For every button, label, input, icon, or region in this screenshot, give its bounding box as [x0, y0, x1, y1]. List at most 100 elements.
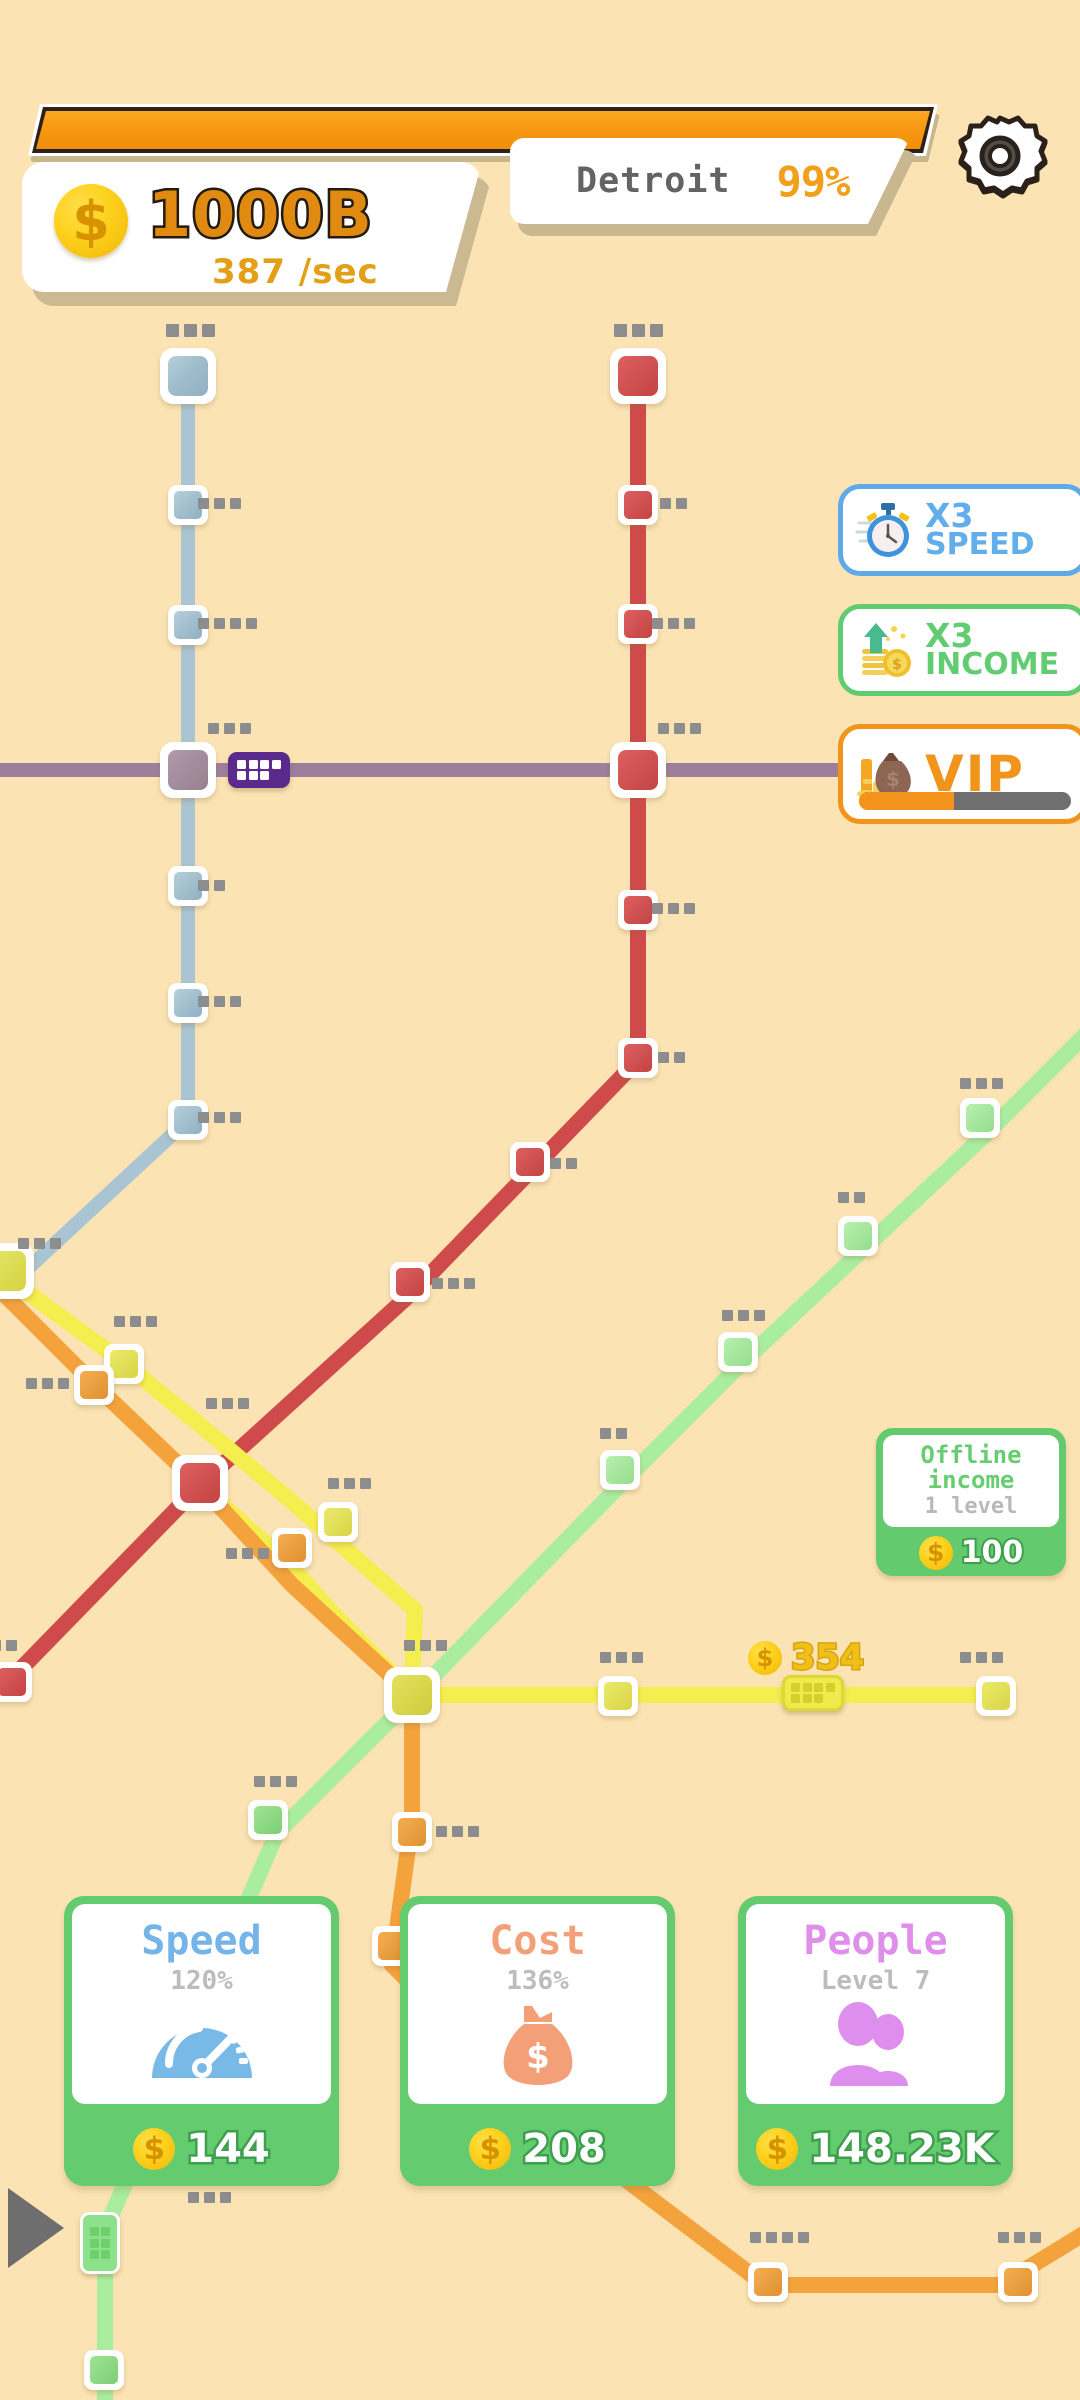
upgrade-people-price: $ 148.23K — [738, 2124, 1013, 2175]
upgrade-cost-title: Cost — [489, 1918, 586, 1964]
money-amount: 1000B — [146, 176, 375, 254]
station-label — [198, 1112, 241, 1123]
station-yellow-4[interactable] — [598, 1676, 638, 1716]
station-orange-5[interactable] — [748, 2262, 788, 2302]
station-label — [658, 723, 701, 734]
upgrade-card-speed[interactable]: Speed 120% $ 144 — [64, 1896, 339, 2186]
offline-income-title-line1: Offline — [920, 1441, 1022, 1470]
upgrade-people-price-value: 148.23K — [807, 2124, 997, 2175]
station-red-7[interactable] — [510, 1142, 550, 1182]
station-label — [198, 618, 257, 629]
station-label — [600, 1428, 627, 1439]
train-yellow[interactable] — [782, 1675, 844, 1711]
train-green[interactable] — [80, 2212, 120, 2274]
coin-icon: $ — [469, 2128, 512, 2170]
station-green-5[interactable] — [248, 1800, 288, 1840]
station-yellow-3[interactable] — [318, 1502, 358, 1542]
station-label — [722, 1310, 765, 1321]
stopwatch-icon — [847, 499, 925, 561]
offline-income-price-value: 100 — [959, 1533, 1026, 1572]
station-label — [432, 1278, 475, 1289]
station-interchange-yellow-orange-green[interactable] — [384, 1667, 440, 1723]
gear-icon — [958, 115, 1048, 199]
boost-income-line2: INCOME — [925, 647, 1060, 683]
money-rate: 387 /sec — [212, 252, 379, 292]
station-blue-1[interactable] — [160, 348, 216, 404]
station-label — [114, 1316, 157, 1327]
coins-up-icon: $ — [847, 619, 925, 681]
station-orange-3[interactable] — [392, 1812, 432, 1852]
coin-icon: $ — [748, 1641, 782, 1675]
city-badge[interactable]: Detroit 99% — [510, 138, 910, 230]
upgrade-people-level: Level 7 — [820, 1966, 931, 1996]
station-yellow-left[interactable] — [0, 1243, 34, 1299]
station-orange-6[interactable] — [998, 2262, 1038, 2302]
upgrade-card-people[interactable]: People Level 7 $ 148.23K — [738, 1896, 1013, 2186]
svg-text:$: $ — [526, 2037, 550, 2077]
station-label — [254, 1776, 297, 1787]
floating-coin-reward[interactable]: $ 354 — [748, 1637, 866, 1680]
train-purple[interactable] — [228, 752, 290, 788]
station-label — [436, 1826, 479, 1837]
offline-income-price: $ 100 — [876, 1533, 1066, 1572]
boost-x3-income-button[interactable]: $ X3 INCOME — [838, 604, 1080, 696]
station-label — [550, 1158, 577, 1169]
upgrade-speed-title: Speed — [141, 1918, 262, 1964]
station-label — [960, 1078, 1003, 1089]
station-label — [750, 2232, 809, 2243]
offline-income-subtitle: 1 level — [924, 1493, 1018, 1519]
svg-text:$: $ — [886, 767, 900, 791]
settings-button[interactable] — [950, 112, 1050, 212]
station-green-1[interactable] — [960, 1098, 1000, 1138]
vip-button[interactable]: $ VIP — [838, 724, 1080, 824]
station-label — [600, 1652, 643, 1663]
upgrade-speed-price: $ 144 — [64, 2124, 339, 2175]
station-green-6[interactable] — [84, 2350, 124, 2390]
top-hud: Detroit 99% $ 1000B 387 /sec — [0, 0, 1080, 330]
station-interchange-purple-red[interactable] — [610, 742, 666, 798]
station-red-6[interactable] — [618, 1038, 658, 1078]
play-button[interactable] — [8, 2188, 64, 2268]
station-orange-1[interactable] — [74, 1365, 114, 1405]
station-label — [998, 2232, 1041, 2243]
money-panel: $ 1000B 387 /sec — [22, 162, 482, 302]
station-green-2[interactable] — [838, 1216, 878, 1256]
vip-progress-fill — [859, 792, 955, 810]
station-interchange-purple-blue[interactable] — [160, 742, 216, 798]
station-label — [960, 1652, 1003, 1663]
station-red-1[interactable] — [610, 348, 666, 404]
station-green-4[interactable] — [600, 1450, 640, 1490]
station-label — [652, 903, 695, 914]
station-label — [198, 880, 225, 891]
upgrade-cost-face: Cost 136% $ — [408, 1904, 667, 2104]
upgrade-card-cost[interactable]: Cost 136% $ $ 208 — [400, 1896, 675, 2186]
coin-icon: $ — [54, 184, 128, 258]
boost-x3-speed-button[interactable]: X3 SPEED — [838, 484, 1080, 576]
boost-speed-line2: SPEED — [925, 527, 1035, 563]
station-green-3[interactable] — [718, 1332, 758, 1372]
station-label — [188, 2192, 231, 2203]
upgrade-people-face: People Level 7 — [746, 1904, 1005, 2104]
station-label — [838, 1192, 865, 1203]
city-percent: 99% — [776, 156, 850, 206]
city-name: Detroit — [576, 161, 731, 201]
offline-income-card[interactable]: Offline income 1 level $ 100 — [876, 1428, 1066, 1576]
station-red-10[interactable] — [0, 1662, 32, 1702]
station-label — [660, 498, 687, 509]
station-interchange-red-orange-yellow[interactable] — [172, 1455, 228, 1511]
upgrade-people-title: People — [803, 1918, 948, 1964]
station-label — [0, 1640, 17, 1651]
upgrade-cost-value: 136% — [506, 1966, 569, 1996]
station-yellow-5[interactable] — [976, 1676, 1016, 1716]
svg-text:$: $ — [892, 657, 902, 673]
upgrade-speed-price-value: 144 — [184, 2124, 272, 2175]
station-orange-2[interactable] — [272, 1528, 312, 1568]
people-icon — [824, 2002, 928, 2090]
station-label — [26, 1378, 69, 1389]
station-red-2[interactable] — [618, 485, 658, 525]
station-label — [18, 1238, 61, 1249]
station-red-8[interactable] — [390, 1262, 430, 1302]
station-label — [198, 996, 241, 1007]
station-label — [206, 1398, 249, 1409]
station-label — [658, 1052, 685, 1063]
